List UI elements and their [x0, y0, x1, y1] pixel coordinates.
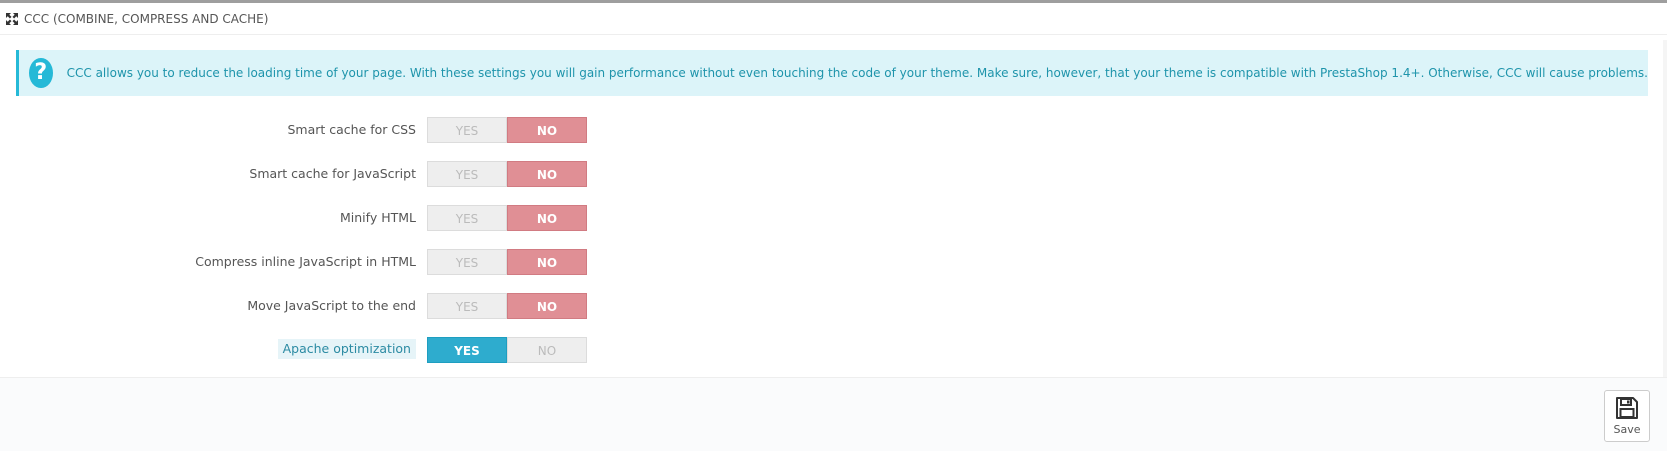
toggle-minify-html[interactable]: YES NO — [427, 205, 587, 231]
floppy-disk-icon — [1616, 397, 1638, 419]
expand-arrows-icon — [6, 12, 18, 25]
save-label: Save — [1613, 423, 1641, 436]
toggle-smart-cache-css[interactable]: YES NO — [427, 117, 587, 143]
no-option[interactable]: NO — [507, 293, 587, 319]
setting-label: Smart cache for CSS — [287, 122, 416, 137]
setting-label: Compress inline JavaScript in HTML — [195, 254, 416, 269]
setting-label: Smart cache for JavaScript — [249, 166, 416, 181]
panel-footer — [0, 377, 1667, 451]
setting-label: Move JavaScript to the end — [247, 298, 416, 313]
toggle-move-js-end[interactable]: YES NO — [427, 293, 587, 319]
yes-option[interactable]: YES — [427, 249, 507, 275]
toggle-compress-inline-js[interactable]: YES NO — [427, 249, 587, 275]
panel-title: CCC (COMBINE, COMPRESS AND CACHE) — [24, 11, 269, 26]
panel-heading: CCC (COMBINE, COMPRESS AND CACHE) — [0, 3, 1667, 35]
setting-row-move-js-end: Move JavaScript to the end YES NO — [0, 293, 600, 319]
alert-text: CCC allows you to reduce the loading tim… — [66, 66, 1648, 80]
yes-option[interactable]: YES — [427, 117, 507, 143]
yes-option[interactable]: YES — [427, 293, 507, 319]
toggle-apache-optimization[interactable]: YES NO — [427, 337, 587, 363]
setting-row-apache-optimization: Apache optimization YES NO — [0, 337, 600, 363]
scroll-edge — [1663, 40, 1667, 377]
no-option[interactable]: NO — [507, 205, 587, 231]
toggle-smart-cache-js[interactable]: YES NO — [427, 161, 587, 187]
yes-option[interactable]: YES — [427, 337, 507, 363]
setting-row-compress-inline-js: Compress inline JavaScript in HTML YES N… — [0, 249, 600, 275]
info-alert: ? CCC allows you to reduce the loading t… — [16, 50, 1648, 96]
no-option[interactable]: NO — [507, 161, 587, 187]
yes-option[interactable]: YES — [427, 161, 507, 187]
setting-row-minify-html: Minify HTML YES NO — [0, 205, 600, 231]
setting-label: Apache optimization — [277, 339, 416, 359]
setting-row-smart-cache-js: Smart cache for JavaScript YES NO — [0, 161, 600, 187]
no-option[interactable]: NO — [507, 337, 587, 363]
save-button[interactable]: Save — [1604, 390, 1650, 442]
yes-option[interactable]: YES — [427, 205, 507, 231]
setting-label: Minify HTML — [340, 210, 416, 225]
no-option[interactable]: NO — [507, 249, 587, 275]
question-circle-icon: ? — [29, 58, 53, 88]
no-option[interactable]: NO — [507, 117, 587, 143]
setting-row-smart-cache-css: Smart cache for CSS YES NO — [0, 117, 600, 143]
